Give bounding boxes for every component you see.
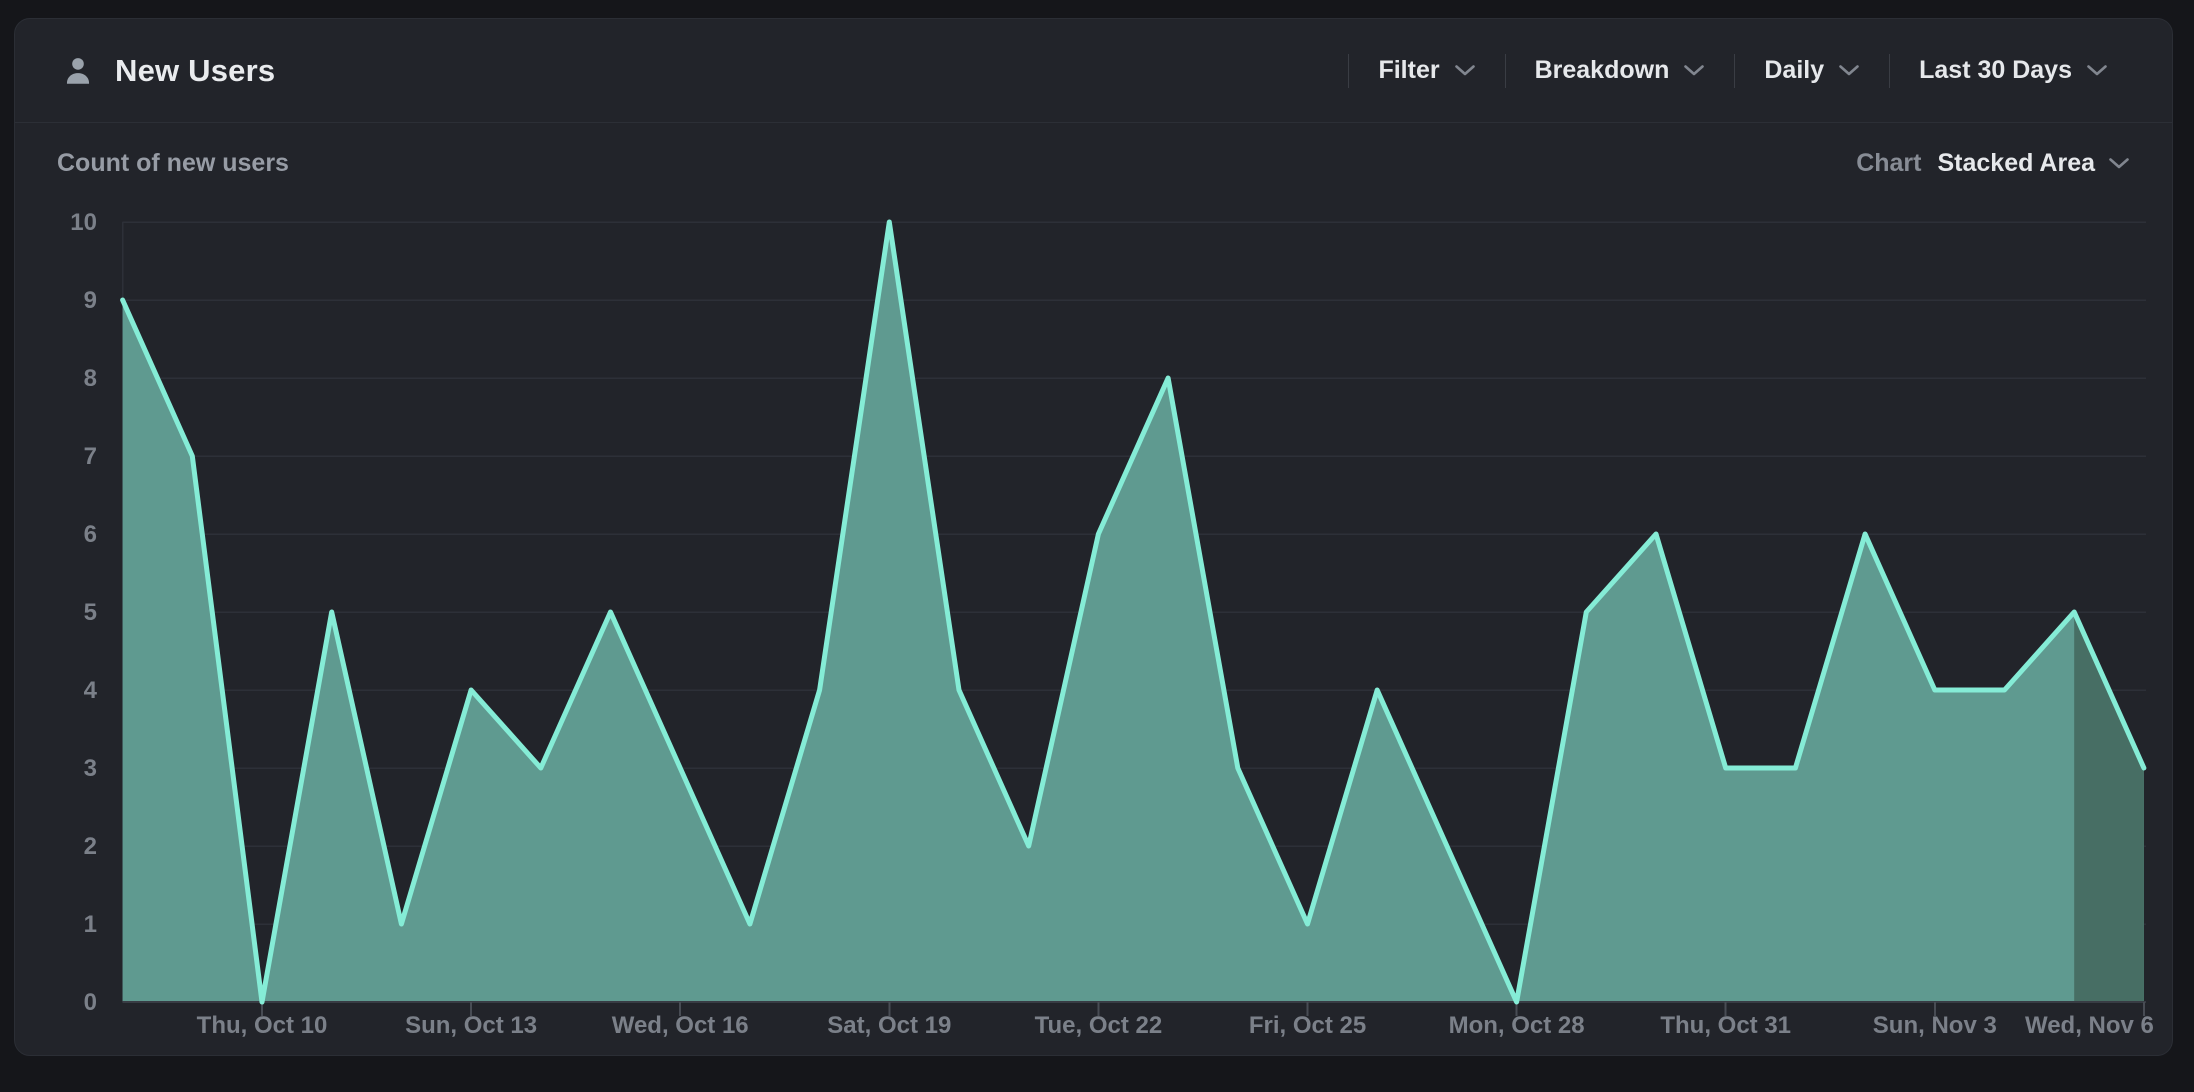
- x-axis-tick-label: Mon, Oct 28: [1449, 1012, 1585, 1039]
- x-axis-tick-label: Thu, Oct 31: [1660, 1012, 1791, 1039]
- chevron-down-icon: [1683, 64, 1705, 77]
- chevron-down-icon: [1454, 64, 1476, 77]
- metric-label: Count of new users: [57, 149, 289, 178]
- y-axis-tick-label: 10: [70, 209, 97, 236]
- x-axis-tick-label: Sun, Oct 13: [405, 1012, 537, 1039]
- granularity-dropdown[interactable]: Daily: [1735, 56, 1889, 85]
- chart-type-group: Chart Stacked Area: [1856, 149, 2130, 178]
- chevron-down-icon: [2108, 157, 2130, 170]
- page-title: New Users: [115, 53, 275, 89]
- person-icon: [61, 54, 95, 88]
- y-axis-tick-label: 3: [84, 755, 97, 782]
- y-axis-tick-label: 6: [84, 521, 97, 548]
- chevron-down-icon: [1838, 64, 1860, 77]
- y-axis-tick-label: 5: [84, 599, 97, 626]
- y-axis-tick-label: 8: [84, 365, 97, 392]
- y-axis-tick-label: 9: [84, 287, 97, 314]
- filter-dropdown[interactable]: Filter: [1349, 56, 1504, 85]
- area-chart: 0 1 2 3 4 5 6 7 8 9 10 Thu, Oct 10 Sun, Oct 13 Wed, O…: [15, 203, 2172, 1055]
- card-header: New Users Filter Breakdown Daily: [15, 19, 2172, 123]
- chevron-down-icon: [2086, 64, 2108, 77]
- x-axis-tick-label: Thu, Oct 10: [197, 1012, 328, 1039]
- x-axis-tick-label: Wed, Nov 6: [2025, 1012, 2154, 1039]
- chart-type-dropdown[interactable]: Stacked Area: [1938, 149, 2131, 178]
- chart-subheader: Count of new users Chart Stacked Area: [15, 123, 2172, 203]
- y-axis-tick-label: 2: [84, 833, 97, 860]
- y-axis-tick-label: 7: [84, 443, 97, 470]
- y-axis-tick-label: 0: [84, 989, 97, 1016]
- y-axis-tick-label: 4: [84, 677, 98, 704]
- x-axis-tick-label: Tue, Oct 22: [1035, 1012, 1163, 1039]
- date-range-dropdown[interactable]: Last 30 Days: [1890, 56, 2137, 85]
- chart-type-caption: Chart: [1856, 149, 1921, 178]
- header-controls: Filter Breakdown Daily Las: [1348, 19, 2172, 122]
- breakdown-dropdown[interactable]: Breakdown: [1506, 56, 1735, 85]
- x-axis-tick-label: Sat, Oct 19: [827, 1012, 951, 1039]
- x-axis-tick-label: Fri, Oct 25: [1249, 1012, 1366, 1039]
- x-axis-tick-label: Sun, Nov 3: [1873, 1012, 1997, 1039]
- new-users-card: New Users Filter Breakdown Daily: [14, 18, 2173, 1056]
- y-axis-tick-label: 1: [84, 911, 97, 938]
- title-group: New Users: [61, 53, 275, 89]
- x-axis-tick-label: Wed, Oct 16: [612, 1012, 749, 1039]
